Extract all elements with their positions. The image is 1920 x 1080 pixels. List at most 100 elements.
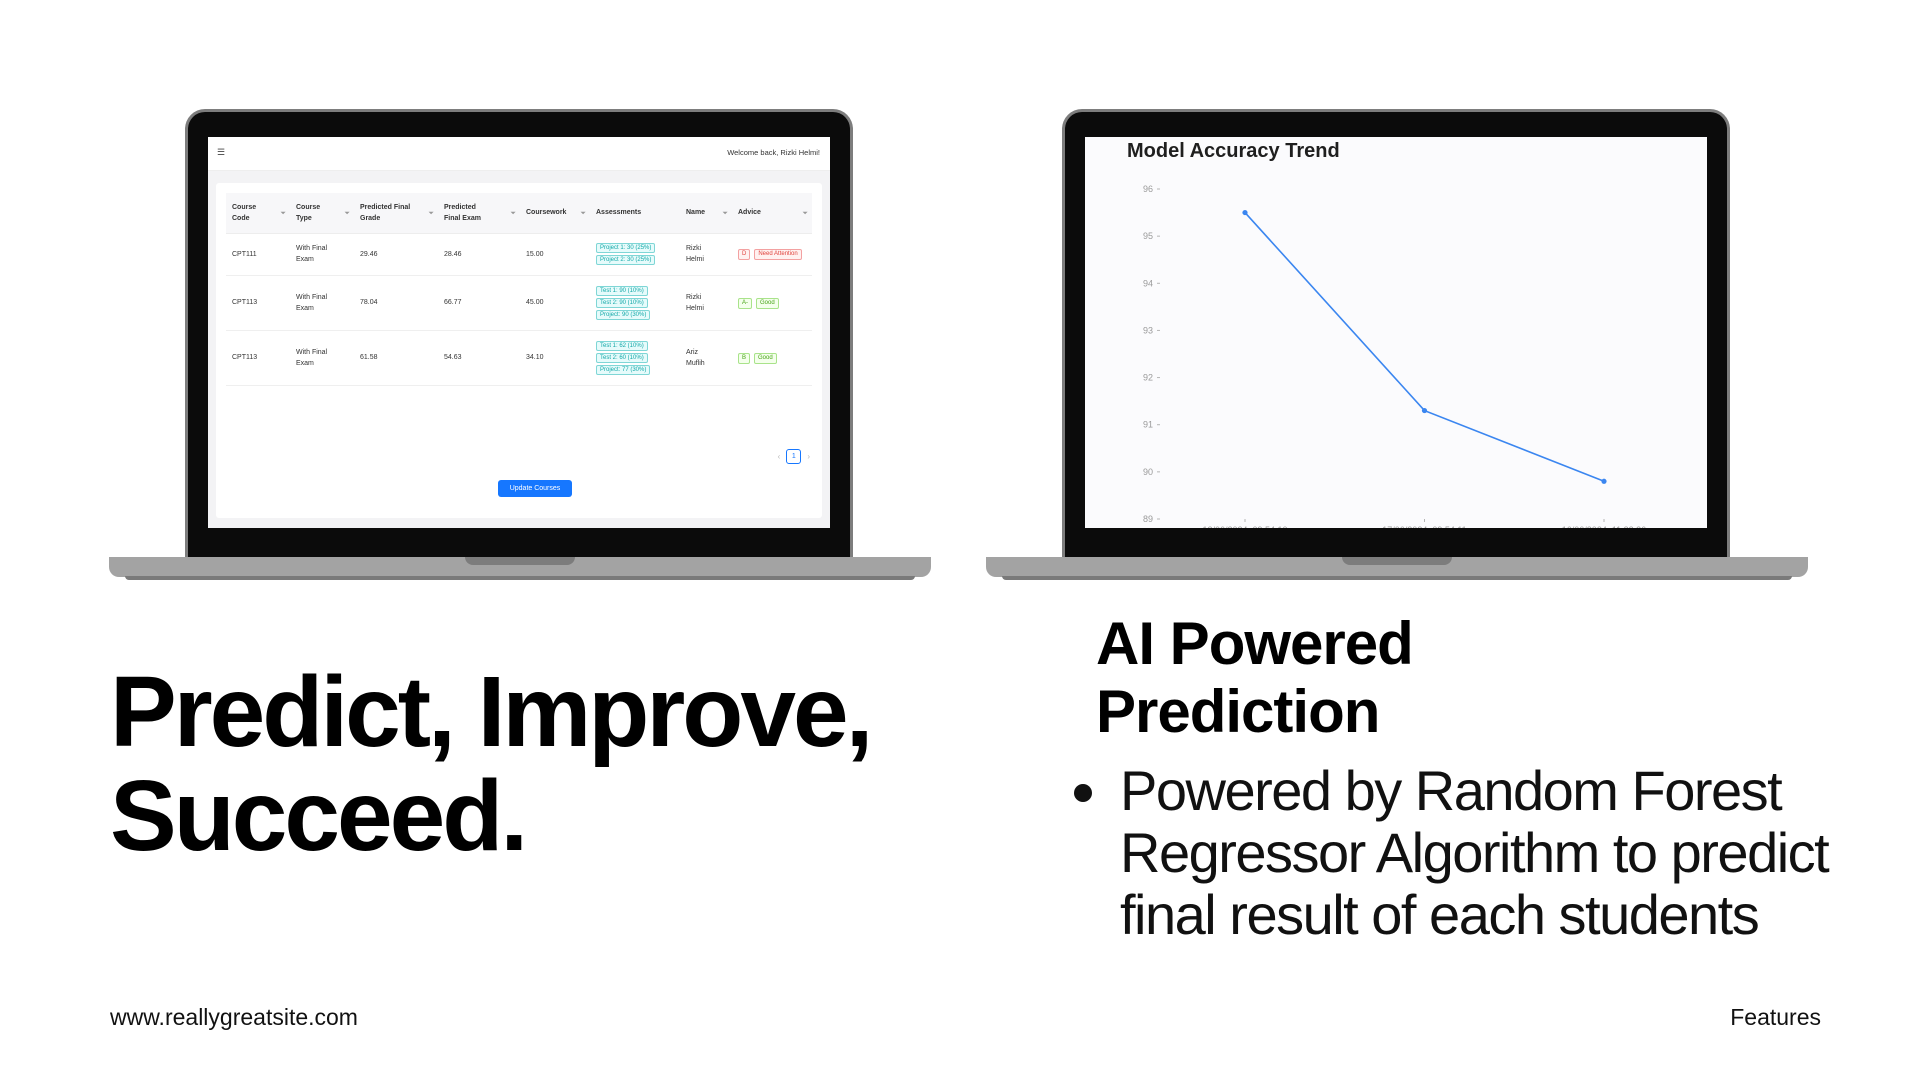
filter-icon[interactable]: ⏷	[510, 208, 516, 219]
chart-title: Model Accuracy Trend	[1127, 140, 1340, 162]
headline: Predict, Improve, Succeed.	[110, 660, 930, 868]
filter-icon[interactable]: ⏷	[722, 208, 728, 219]
cell-text: With Final	[296, 245, 328, 252]
page-number-button[interactable]: 1	[786, 448, 802, 464]
x-tick-label: 16/06/2024, 11:33:36	[1562, 525, 1646, 528]
cell-coursework: 15.00	[520, 233, 590, 276]
y-tick-label: 92	[1143, 373, 1153, 383]
column-header-assessments: Assessments	[590, 193, 680, 234]
courses-table: Course Code ⏷ Course Type ⏷ Predicted Final G…	[226, 193, 812, 386]
assessment-tag: Project: 90 (30%)	[596, 309, 651, 320]
column-header-course-code[interactable]: Course Code ⏷	[226, 193, 290, 234]
table-row: CPT111 With Final Exam 29.46 28.46 15.00 …	[226, 233, 812, 276]
cell-advice: B Good	[732, 330, 812, 386]
advice-badge: Need Attention	[754, 249, 802, 260]
y-tick-label: 96	[1143, 184, 1153, 194]
menu-fold-icon[interactable]: ☰	[217, 148, 226, 157]
cell-course-code: CPT113	[226, 275, 290, 331]
headline-line-1: Predict, Improve,	[110, 656, 873, 768]
assessment-tag: Test 1: 62 (10%)	[596, 340, 648, 351]
table-header-row: Course Code ⏷ Course Type ⏷ Predicted Final G…	[226, 193, 812, 234]
assessment-tag: Test 2: 90 (10%)	[596, 297, 648, 308]
grade-badge: D	[738, 249, 751, 260]
column-label: Code	[232, 214, 250, 222]
cell-predicted-final-grade: 61.58	[354, 330, 438, 386]
cell-advice: D Need Attention	[732, 233, 812, 276]
x-tick-label: 12/06/2024, 09:54:10	[1202, 525, 1287, 528]
filter-icon[interactable]: ⏷	[280, 208, 286, 219]
feature-title: AI Powered Prediction	[1096, 610, 1414, 746]
y-tick-label: 95	[1143, 231, 1153, 241]
cell-text: Rizki	[686, 293, 702, 301]
x-tick-label: 17/06/2024, 09:54:11	[1382, 525, 1466, 528]
cell-text: With Final	[296, 293, 328, 301]
cell-text: Rizki	[686, 245, 702, 252]
feature-title-line-2: Prediction	[1096, 678, 1380, 745]
bullet-dot-icon	[1074, 784, 1092, 802]
column-label: Advice	[738, 209, 761, 217]
y-tick-label: 91	[1143, 420, 1153, 430]
y-tick-label: 93	[1143, 325, 1153, 335]
cell-name: Rizki Helmi	[680, 275, 732, 331]
cell-predicted-final-exam: 66.77	[438, 275, 520, 331]
filter-icon[interactable]: ⏷	[428, 208, 434, 219]
footer-section-label: Features	[1730, 1004, 1821, 1030]
column-header-name[interactable]: Name ⏷	[680, 193, 732, 234]
update-courses-button[interactable]: Update Courses	[498, 480, 572, 497]
accuracy-chart: 89 90 91 92 93 94 95 96 12/06/2024, 09:54:10 17/0…	[1085, 137, 1707, 528]
data-point	[1242, 209, 1248, 216]
dashboard-body: Course Code ⏷ Course Type ⏷ Predicted Final G…	[208, 171, 830, 528]
column-header-advice[interactable]: Advice ⏷	[732, 193, 812, 234]
cell-coursework: 34.10	[520, 330, 590, 386]
assessment-tag: Test 2: 60 (10%)	[596, 352, 648, 363]
next-page-icon[interactable]: ›	[807, 452, 810, 461]
data-point	[1601, 478, 1607, 484]
cell-course-code: CPT113	[226, 330, 290, 386]
cell-predicted-final-grade: 29.46	[354, 233, 438, 276]
laptop-base-edge-left	[125, 576, 915, 580]
cell-text: Ariz	[686, 348, 699, 356]
cell-text: Exam	[296, 256, 314, 263]
cell-text: Exam	[296, 359, 314, 367]
laptop-notch-left	[465, 557, 575, 565]
column-label: Course	[232, 203, 257, 211]
filter-icon[interactable]: ⏷	[344, 208, 350, 219]
assessment-tag: Project 1: 30 (25%)	[596, 243, 656, 253]
grade-badge: B	[738, 352, 751, 364]
column-header-predicted-final-grade[interactable]: Predicted Final Grade ⏷	[354, 193, 438, 234]
feature-title-line-1: AI Powered	[1096, 610, 1414, 677]
column-header-coursework[interactable]: Coursework ⏷	[520, 193, 590, 234]
welcome-message: Welcome back, Rizki Helmi!	[727, 148, 820, 157]
cell-name: Rizki Helmi	[680, 233, 732, 276]
column-label: Predicted Final	[360, 203, 411, 211]
column-label: Coursework	[526, 209, 567, 217]
chart-background	[1085, 137, 1707, 528]
y-tick-label: 90	[1143, 467, 1153, 477]
cell-course-type: With Final Exam	[290, 233, 354, 276]
footer-website[interactable]: www.reallygreatsite.com	[110, 1004, 358, 1031]
cell-course-type: With Final Exam	[290, 330, 354, 386]
pagination: ‹ 1 ›	[778, 448, 810, 464]
dashboard-header: ☰ Welcome back, Rizki Helmi!	[208, 137, 830, 171]
column-label: Course	[296, 203, 321, 211]
feature-bullet-text: Powered by Random Forest Regressor Algor…	[1120, 759, 1830, 946]
cell-predicted-final-exam: 28.46	[438, 233, 520, 276]
cell-assessments: Project 1: 30 (25%) Project 2: 30 (25%)	[590, 233, 680, 276]
assessment-tag: Project 2: 30 (25%)	[596, 255, 656, 265]
filter-icon[interactable]: ⏷	[580, 208, 586, 219]
courses-card: Course Code ⏷ Course Type ⏷ Predicted Final G…	[216, 183, 822, 518]
column-label: Final Exam	[444, 214, 481, 222]
cell-assessments: Test 1: 62 (10%) Test 2: 60 (10%) Projec…	[590, 330, 680, 386]
grade-badge: A-	[738, 297, 752, 309]
cell-predicted-final-exam: 54.63	[438, 330, 520, 386]
table-row: CPT113 With Final Exam 78.04 66.77 45.00 …	[226, 275, 812, 331]
prev-page-icon[interactable]: ‹	[778, 452, 781, 461]
filter-icon[interactable]: ⏷	[802, 208, 808, 219]
column-header-predicted-final-exam[interactable]: Predicted Final Exam ⏷	[438, 193, 520, 234]
column-header-course-type[interactable]: Course Type ⏷	[290, 193, 354, 234]
column-label: Grade	[360, 214, 381, 222]
chart-screen: 89 90 91 92 93 94 95 96 12/06/2024, 09:54:10 17/0…	[1085, 137, 1707, 528]
cell-course-type: With Final Exam	[290, 275, 354, 331]
cell-text: Muflih	[686, 359, 705, 367]
y-tick-label: 94	[1143, 278, 1153, 288]
